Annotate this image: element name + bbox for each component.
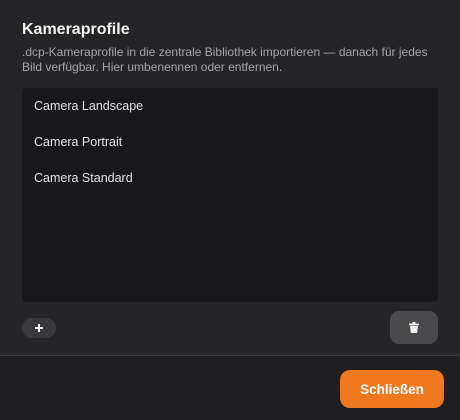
delete-profile-button[interactable]	[390, 311, 438, 344]
trash-icon	[409, 322, 419, 333]
close-button[interactable]: Schließen	[340, 370, 444, 408]
dialog-title: Kameraprofile	[22, 21, 130, 38]
plus-icon	[35, 324, 43, 332]
list-item-camera-landscape[interactable]: Camera Landscape	[22, 94, 438, 130]
dialog-description: .dcp-Kameraprofile in die zentrale Bibli…	[22, 45, 428, 74]
list-item-camera-standard[interactable]: Camera Standard	[22, 166, 438, 202]
add-profile-button[interactable]	[22, 318, 56, 338]
list-item-camera-portrait[interactable]: Camera Portrait	[22, 130, 438, 166]
camera-profiles-dialog: Kameraprofile .dcp-Kameraprofile in die …	[0, 0, 460, 420]
profile-list: Camera Landscape Camera Portrait Camera …	[22, 88, 438, 302]
